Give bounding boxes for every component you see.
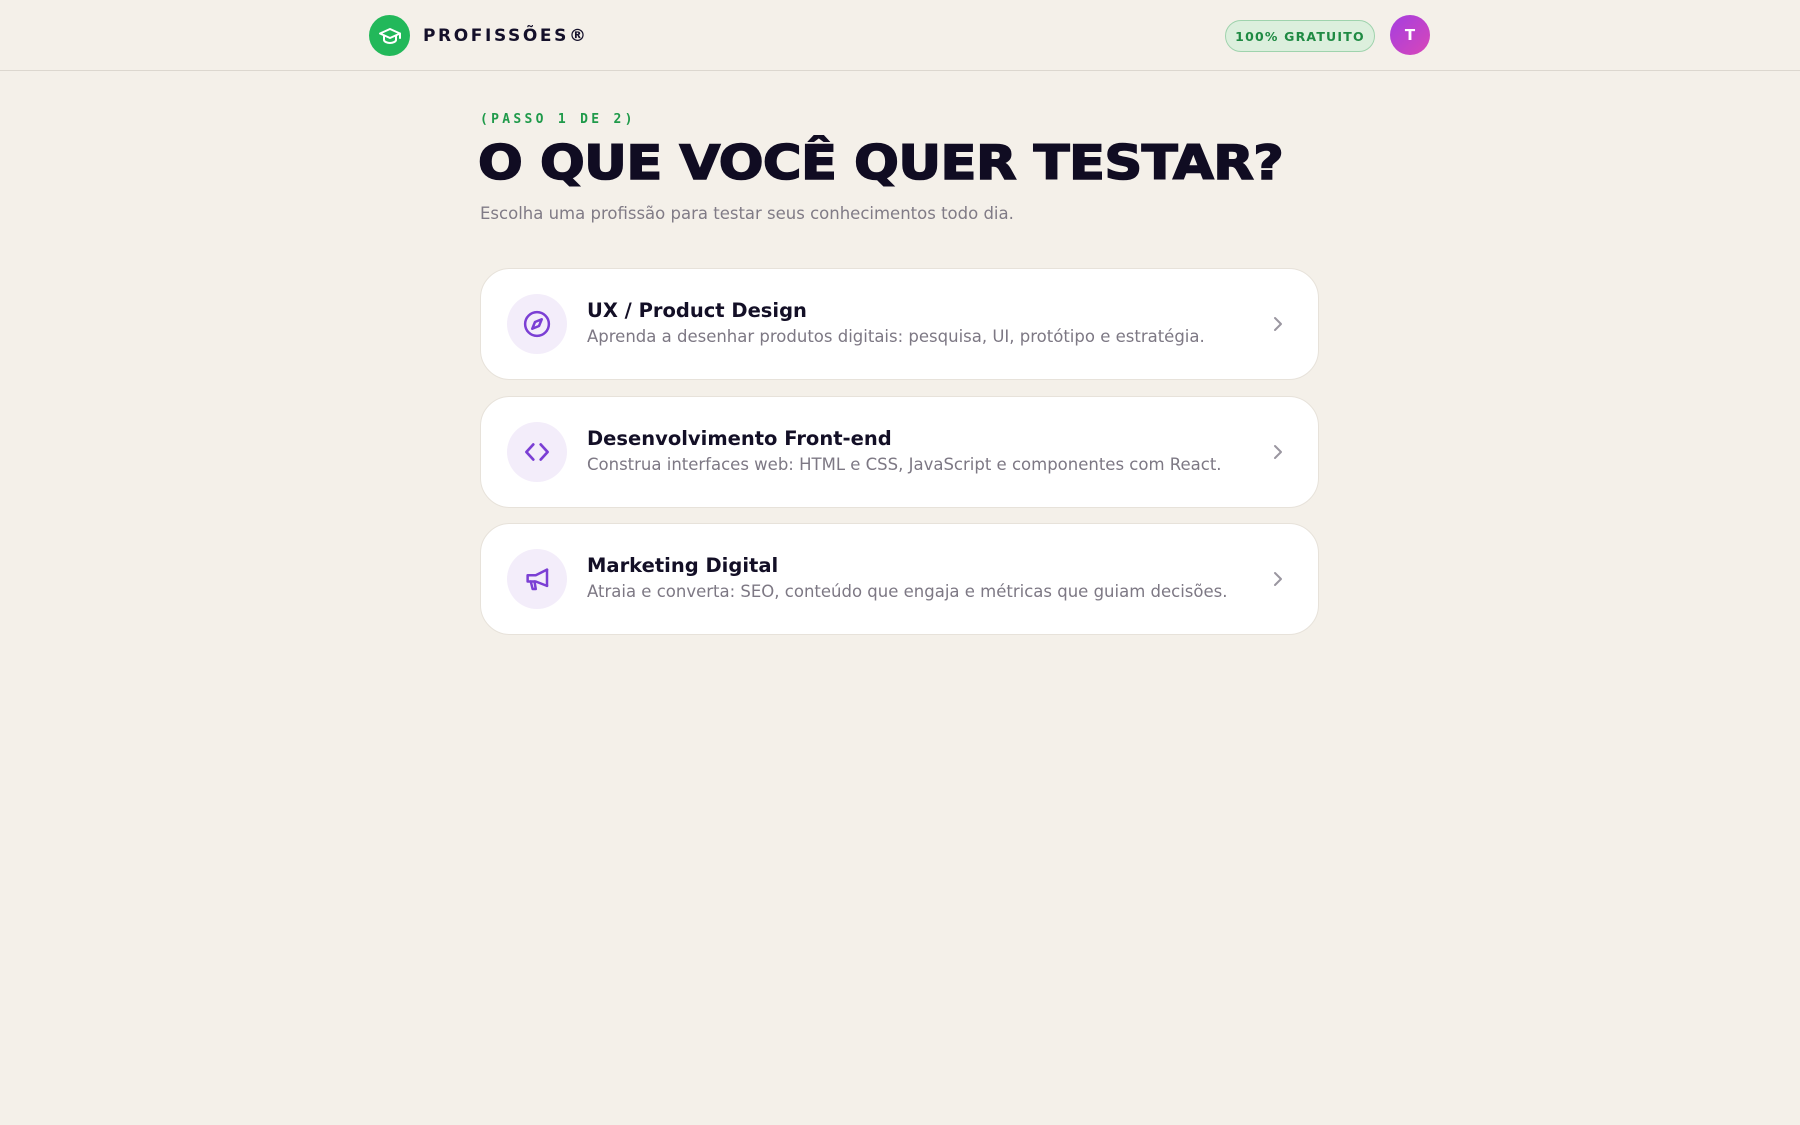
megaphone-icon	[507, 549, 567, 609]
code-icon	[507, 422, 567, 482]
top-bar: PROFISSÕES® 100% GRATUITO T	[0, 0, 1800, 71]
option-card-ux-product-design[interactable]: UX / Product Design Aprenda a desenhar p…	[480, 268, 1319, 380]
graduation-cap-icon	[369, 15, 410, 56]
option-card-marketing-digital[interactable]: Marketing Digital Atraia e converta: SEO…	[480, 523, 1319, 635]
free-badge: 100% GRATUITO	[1225, 20, 1375, 52]
brand-name: PROFISSÕES®	[423, 25, 589, 46]
user-avatar[interactable]: T	[1390, 15, 1430, 55]
option-card-front-end[interactable]: Desenvolvimento Front-end Construa inter…	[480, 396, 1319, 508]
option-description: Construa interfaces web: HTML e CSS, Jav…	[587, 455, 1222, 474]
brand[interactable]: PROFISSÕES®	[369, 15, 589, 56]
chevron-right-icon	[1268, 314, 1288, 334]
chevron-right-icon	[1268, 569, 1288, 589]
page-subtitle: Escolha uma profissão para testar seus c…	[480, 204, 1014, 223]
page-title: O QUE VOCÊ QUER TESTAR?	[477, 135, 1285, 192]
option-description: Atraia e converta: SEO, conteúdo que eng…	[587, 582, 1228, 601]
compass-icon	[507, 294, 567, 354]
option-title: Desenvolvimento Front-end	[587, 427, 892, 450]
step-indicator: (PASSO 1 DE 2)	[480, 112, 636, 127]
option-title: UX / Product Design	[587, 299, 807, 322]
option-description: Aprenda a desenhar produtos digitais: pe…	[587, 327, 1205, 346]
chevron-right-icon	[1268, 442, 1288, 462]
option-title: Marketing Digital	[587, 554, 779, 577]
